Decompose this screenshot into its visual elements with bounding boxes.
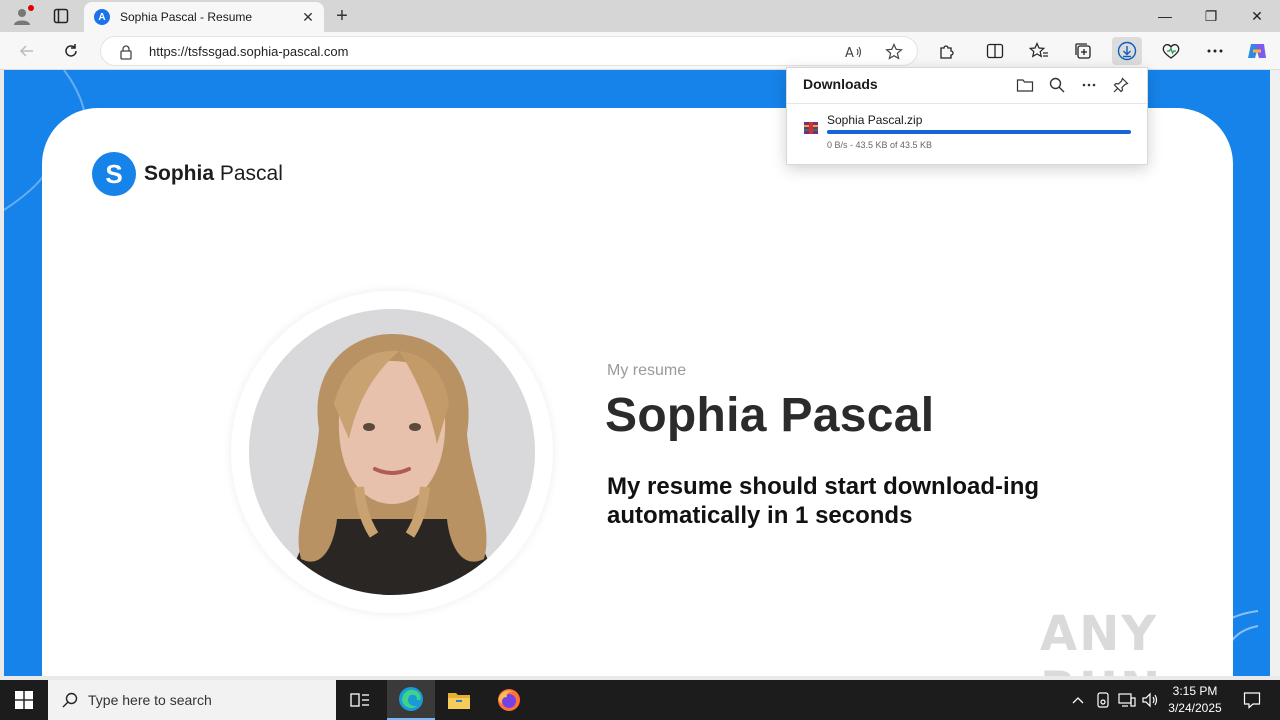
resume-card: S Sophia Pascal My resume Sophia Pascal … — [42, 108, 1233, 676]
brand-name: Sophia Pascal — [144, 162, 283, 186]
open-downloads-folder-button[interactable] — [1013, 73, 1037, 97]
chevron-up-icon — [1072, 697, 1084, 704]
more-icon — [1082, 83, 1096, 87]
new-tab-button[interactable]: + — [330, 4, 354, 28]
taskbar-search[interactable]: Type here to search — [48, 680, 336, 720]
pin-downloads-button[interactable] — [1109, 73, 1133, 97]
collections-icon — [1075, 43, 1091, 59]
url-text[interactable]: https://tsfssgad.sophia-pascal.com — [149, 44, 348, 59]
back-icon — [19, 45, 33, 57]
collections-button[interactable] — [1068, 37, 1098, 65]
lock-icon[interactable] — [119, 44, 133, 60]
pin-icon — [1113, 77, 1129, 93]
copilot-icon — [1248, 44, 1266, 58]
brand-logo: S — [92, 152, 136, 196]
settings-more-button[interactable] — [1200, 37, 1230, 65]
volume-button[interactable] — [1140, 680, 1162, 720]
downloads-title: Downloads — [803, 76, 878, 92]
brand[interactable]: S Sophia Pascal — [92, 152, 283, 196]
copilot-button[interactable] — [1242, 37, 1272, 65]
browser-essentials-icon — [1162, 44, 1180, 59]
taskbar: Type here to search 3:15 PM 3/24/2025 — [0, 680, 1280, 720]
volume-icon — [1142, 692, 1158, 708]
browser-toolbar: https://tsfssgad.sophia-pascal.com A — [0, 32, 1280, 70]
read-aloud-button[interactable]: A — [843, 41, 865, 63]
file-explorer-icon — [448, 693, 470, 709]
taskbar-edge[interactable] — [387, 680, 435, 720]
read-aloud-icon: A — [845, 46, 862, 60]
taskbar-clock[interactable]: 3:15 PM 3/24/2025 — [1160, 683, 1230, 717]
more-icon — [1207, 49, 1223, 53]
split-screen-icon — [986, 43, 1004, 59]
download-message: My resume should start download-ing auto… — [607, 473, 1040, 529]
zip-file-icon — [804, 122, 818, 134]
address-bar[interactable]: https://tsfssgad.sophia-pascal.com A — [100, 36, 918, 66]
taskbar-file-explorer[interactable] — [435, 680, 483, 720]
downloads-more-button[interactable] — [1077, 73, 1101, 97]
extensions-button[interactable] — [932, 37, 962, 65]
download-status: 0 B/s - 43.5 KB of 43.5 KB — [827, 140, 933, 150]
hero-name: Sophia Pascal — [605, 389, 935, 442]
tab-favicon-icon: A — [94, 9, 110, 25]
page-scrollbar[interactable] — [1270, 70, 1280, 676]
show-hidden-icons-button[interactable] — [1068, 680, 1088, 720]
refresh-icon — [65, 44, 77, 57]
firefox-icon — [498, 689, 520, 711]
tab-sophia-pascal-resume[interactable]: A Sophia Pascal - Resume ✕ — [84, 2, 324, 32]
minimize-button[interactable]: — — [1142, 0, 1188, 32]
window-controls: — ❐ ✕ — [1142, 0, 1280, 32]
downloads-icon — [1117, 41, 1137, 61]
hero-eyebrow: My resume — [607, 362, 687, 379]
download-progress-bar — [827, 130, 1131, 134]
profile-photo-frame — [231, 291, 553, 613]
edge-icon — [399, 687, 423, 711]
brand-first-name: Sophia — [144, 162, 215, 185]
start-button[interactable] — [0, 680, 48, 720]
extensions-icon — [940, 45, 954, 59]
favorites-icon — [1029, 42, 1048, 58]
downloads-button[interactable] — [1112, 37, 1142, 65]
taskbar-firefox[interactable] — [485, 680, 533, 720]
tray-device-button[interactable] — [1092, 680, 1114, 720]
tab-close-button[interactable]: ✕ — [300, 9, 316, 25]
clock-time: 3:15 PM — [1172, 684, 1218, 698]
search-icon — [1049, 77, 1065, 93]
restore-button[interactable]: ❐ — [1188, 0, 1234, 32]
network-icon — [1118, 693, 1136, 707]
search-downloads-button[interactable] — [1045, 73, 1069, 97]
brand-last-name: Pascal — [214, 162, 283, 185]
task-view-icon — [350, 693, 369, 707]
taskbar-search-placeholder: Type here to search — [88, 692, 212, 708]
clock-date: 3/24/2025 — [1168, 701, 1222, 715]
browser-essentials-button[interactable] — [1156, 37, 1186, 65]
tab-actions-button[interactable] — [46, 3, 76, 29]
favorite-button[interactable] — [883, 41, 905, 63]
close-window-button[interactable]: ✕ — [1234, 0, 1280, 32]
profile-photo — [249, 309, 535, 595]
svg-text:A: A — [845, 46, 854, 60]
split-screen-button[interactable] — [980, 37, 1010, 65]
tab-strip: A Sophia Pascal - Resume ✕ + — ❐ ✕ — [0, 0, 1280, 32]
tab-actions-icon — [53, 8, 69, 24]
refresh-button[interactable] — [56, 36, 86, 66]
download-progress-fill — [827, 130, 1131, 134]
tab-title: Sophia Pascal - Resume — [120, 10, 253, 24]
device-icon — [1097, 692, 1109, 708]
windows-start-icon — [15, 691, 33, 709]
back-button[interactable] — [12, 36, 42, 66]
favorite-star-icon — [885, 43, 903, 60]
notifications-button[interactable] — [1232, 680, 1272, 720]
network-button[interactable] — [1116, 680, 1138, 720]
downloads-divider — [787, 103, 1147, 104]
watermark: ANY RUN — [1040, 606, 1160, 676]
folder-icon — [1016, 79, 1034, 92]
notifications-icon — [1243, 692, 1261, 709]
portrait-illustration — [249, 309, 535, 595]
downloads-flyout: Downloads Sophia Pascal.zip 0 B/s - 43.5… — [786, 67, 1148, 165]
favorites-button[interactable] — [1024, 37, 1054, 65]
profile-notification-dot — [28, 5, 34, 11]
task-view-button[interactable] — [336, 680, 384, 720]
search-icon — [62, 692, 78, 708]
download-file-name[interactable]: Sophia Pascal.zip — [827, 113, 922, 127]
